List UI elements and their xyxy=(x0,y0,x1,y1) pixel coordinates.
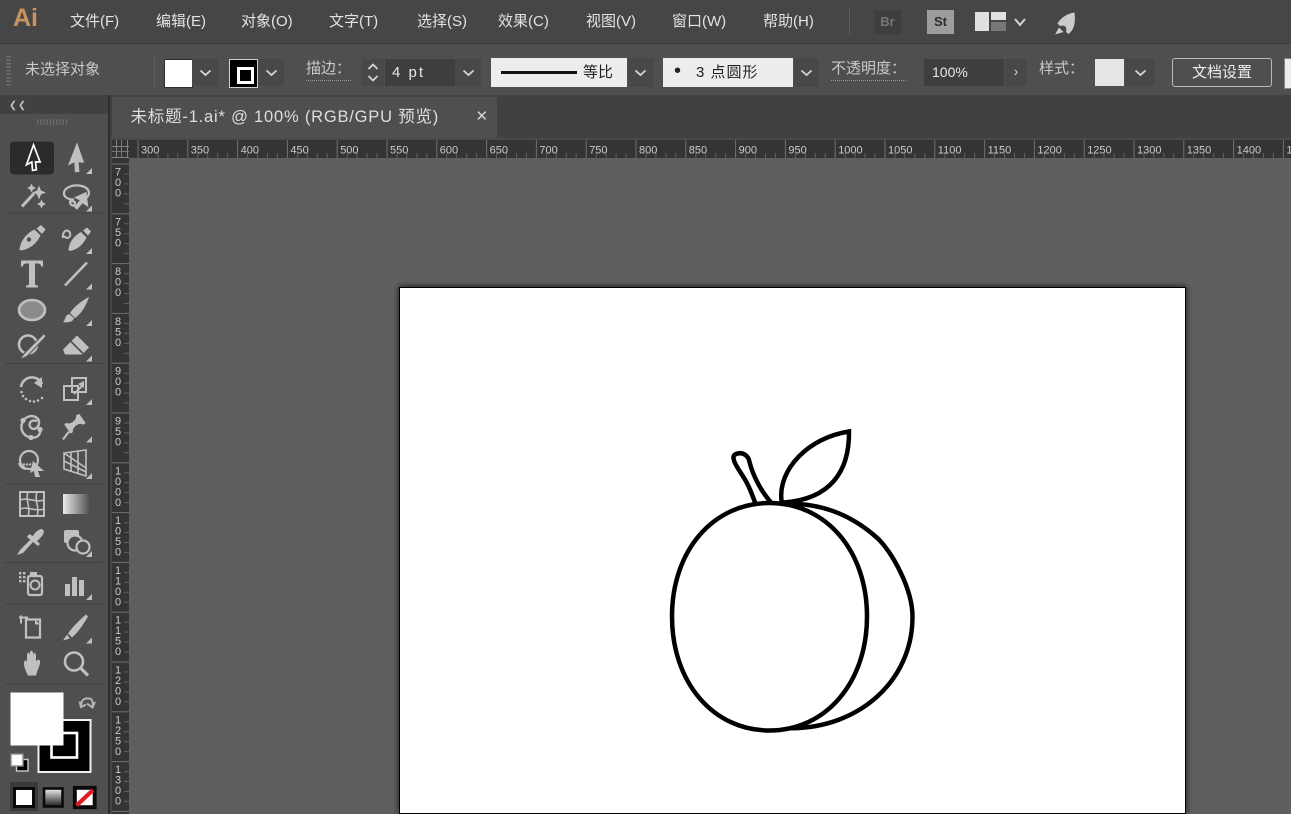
svg-text:0: 0 xyxy=(115,596,121,608)
svg-text:800: 800 xyxy=(639,145,657,157)
svg-text:0: 0 xyxy=(115,646,121,658)
svg-text:1100: 1100 xyxy=(938,145,962,157)
svg-text:0: 0 xyxy=(115,387,121,399)
svg-text:700: 700 xyxy=(539,145,557,157)
svg-text:0: 0 xyxy=(115,796,121,808)
svg-text:0: 0 xyxy=(115,237,121,249)
svg-text:850: 850 xyxy=(689,145,707,157)
svg-text:900: 900 xyxy=(739,145,757,157)
svg-text:1450: 1450 xyxy=(1286,145,1291,157)
svg-text:0: 0 xyxy=(115,188,121,200)
svg-text:1050: 1050 xyxy=(888,145,912,157)
svg-text:0: 0 xyxy=(115,547,121,559)
svg-text:350: 350 xyxy=(191,145,209,157)
svg-text:1200: 1200 xyxy=(1037,145,1061,157)
svg-text:400: 400 xyxy=(241,145,259,157)
svg-text:650: 650 xyxy=(490,145,508,157)
svg-text:550: 550 xyxy=(390,145,408,157)
svg-text:1400: 1400 xyxy=(1237,145,1261,157)
svg-text:0: 0 xyxy=(115,696,121,708)
svg-text:0: 0 xyxy=(115,337,121,349)
svg-text:300: 300 xyxy=(141,145,159,157)
svg-text:0: 0 xyxy=(115,287,121,299)
svg-text:1150: 1150 xyxy=(988,145,1012,157)
svg-text:500: 500 xyxy=(340,145,358,157)
svg-text:450: 450 xyxy=(290,145,308,157)
svg-text:950: 950 xyxy=(788,145,806,157)
svg-text:600: 600 xyxy=(440,145,458,157)
svg-text:0: 0 xyxy=(115,746,121,758)
svg-text:❮❮: ❮❮ xyxy=(9,100,27,111)
svg-text:1250: 1250 xyxy=(1087,145,1111,157)
svg-text:0: 0 xyxy=(115,437,121,449)
svg-text:750: 750 xyxy=(589,145,607,157)
svg-text:1300: 1300 xyxy=(1137,145,1161,157)
svg-text:1000: 1000 xyxy=(838,145,862,157)
svg-text:1350: 1350 xyxy=(1187,145,1211,157)
svg-text:0: 0 xyxy=(115,497,121,509)
